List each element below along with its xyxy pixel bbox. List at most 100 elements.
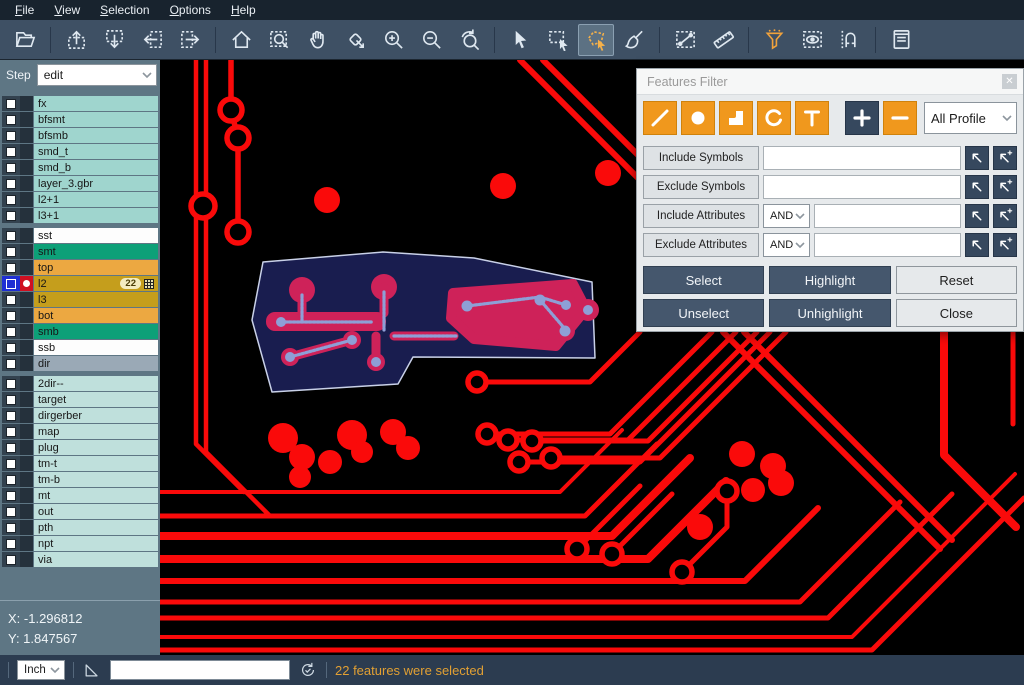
layer-row-map[interactable]: map [2, 424, 158, 439]
layer-label[interactable]: ssb [34, 340, 158, 355]
layer-row-l3[interactable]: l3 [2, 292, 158, 307]
select-pointer-button[interactable] [502, 24, 538, 56]
layer-visibility-checkbox[interactable] [2, 456, 20, 471]
layer-visibility-checkbox[interactable] [2, 128, 20, 143]
layer-row-bfsmb[interactable]: bfsmb [2, 128, 158, 143]
layer-label[interactable]: dirgerber [34, 408, 158, 423]
refresh-check-icon[interactable] [298, 660, 318, 680]
menu-view[interactable]: View [45, 1, 89, 19]
step-select[interactable]: edit [37, 64, 157, 86]
layer-visibility-checkbox[interactable] [2, 208, 20, 223]
pick-add-from-canvas-button[interactable] [993, 146, 1017, 170]
layer-label[interactable]: bot [34, 308, 158, 323]
ruler-button[interactable] [705, 24, 741, 56]
zoom-object-button[interactable] [337, 24, 373, 56]
layer-label[interactable]: npt [34, 536, 158, 551]
layer-active-indicator[interactable] [20, 340, 33, 355]
close-icon[interactable]: ✕ [1002, 74, 1017, 89]
line-filter-button[interactable] [643, 101, 677, 135]
layer-active-indicator[interactable] [20, 424, 33, 439]
layer-row-l2+1[interactable]: l2+1 [2, 192, 158, 207]
layer-label[interactable]: bfsmb [34, 128, 158, 143]
layer-label[interactable]: dir [34, 356, 158, 371]
layer-row-smd_t[interactable]: smd_t [2, 144, 158, 159]
layer-row-l3+1[interactable]: l3+1 [2, 208, 158, 223]
pan-left-button[interactable] [134, 24, 170, 56]
features-filter-button[interactable] [756, 24, 792, 56]
profile-select[interactable]: All Profile [924, 102, 1017, 134]
layer-label[interactable]: sst [34, 228, 158, 243]
unit-select[interactable]: Inch [17, 660, 65, 680]
reset-button[interactable]: Reset [896, 266, 1017, 294]
layer-visibility-checkbox[interactable] [2, 552, 20, 567]
view-options-button[interactable] [794, 24, 830, 56]
layer-label[interactable]: map [34, 424, 158, 439]
layer-label[interactable]: plug [34, 440, 158, 455]
layer-row-npt[interactable]: npt [2, 536, 158, 551]
unhighlight-button[interactable]: Unhighlight [769, 299, 890, 327]
pick-from-canvas-button[interactable] [965, 175, 989, 199]
exclude-attributes-input[interactable] [814, 233, 961, 257]
layer-row-tm-b[interactable]: tm-b [2, 472, 158, 487]
text-filter-button[interactable] [795, 101, 829, 135]
measure-distance-button[interactable] [667, 24, 703, 56]
layer-row-dirgerber[interactable]: dirgerber [2, 408, 158, 423]
layer-active-indicator[interactable] [20, 112, 33, 127]
report-button[interactable] [883, 24, 919, 56]
layer-visibility-checkbox[interactable] [2, 160, 20, 175]
layer-row-dir[interactable]: dir [2, 356, 158, 371]
layer-row-plug[interactable]: plug [2, 440, 158, 455]
selection-region[interactable] [252, 252, 599, 392]
layer-row-ssb[interactable]: ssb [2, 340, 158, 355]
layer-row-smt[interactable]: smt [2, 244, 158, 259]
layer-active-indicator[interactable] [20, 504, 33, 519]
layer-label[interactable]: smt [34, 244, 158, 259]
layer-label[interactable]: l3+1 [34, 208, 158, 223]
pan-hand-button[interactable] [299, 24, 335, 56]
include-symbols-button[interactable]: Include Symbols [643, 146, 759, 170]
layer-visibility-checkbox[interactable] [2, 308, 20, 323]
layer-active-indicator[interactable] [20, 228, 33, 243]
layer-active-indicator[interactable] [20, 520, 33, 535]
zoom-in-button[interactable] [375, 24, 411, 56]
layer-label[interactable]: bfsmt [34, 112, 158, 127]
pick-from-canvas-button[interactable] [965, 233, 989, 257]
layer-active-indicator[interactable] [20, 260, 33, 275]
include-symbols-input[interactable] [763, 146, 961, 170]
layer-visibility-checkbox[interactable] [2, 144, 20, 159]
layer-active-indicator[interactable] [20, 392, 33, 407]
layer-active-indicator[interactable] [20, 144, 33, 159]
layer-active-indicator[interactable] [20, 536, 33, 551]
arc-filter-button[interactable] [757, 101, 791, 135]
layer-label[interactable]: top [34, 260, 158, 275]
layer-label[interactable]: pth [34, 520, 158, 535]
layer-row-via[interactable]: via [2, 552, 158, 567]
layer-visibility-checkbox[interactable] [2, 192, 20, 207]
menu-selection[interactable]: Selection [91, 1, 158, 19]
layer-visibility-checkbox[interactable] [2, 536, 20, 551]
layer-label[interactable]: tm-t [34, 456, 158, 471]
layer-label[interactable]: l2+1 [34, 192, 158, 207]
unselect-button[interactable]: Unselect [643, 299, 764, 327]
layer-row-smd_b[interactable]: smd_b [2, 160, 158, 175]
layer-label[interactable]: l3 [34, 292, 158, 307]
layer-row-pth[interactable]: pth [2, 520, 158, 535]
layer-visibility-checkbox[interactable] [2, 392, 20, 407]
set-square-icon[interactable] [82, 660, 102, 680]
surface-filter-button[interactable] [719, 101, 753, 135]
pick-from-canvas-button[interactable] [965, 146, 989, 170]
pan-up-button[interactable] [58, 24, 94, 56]
layer-label[interactable]: fx [34, 96, 158, 111]
layer-visibility-checkbox[interactable] [2, 488, 20, 503]
open-button[interactable] [7, 24, 43, 56]
layer-visibility-checkbox[interactable] [2, 96, 20, 111]
layer-row-out[interactable]: out [2, 504, 158, 519]
layer-active-indicator[interactable] [20, 176, 33, 191]
include-attributes-button[interactable]: Include Attributes [643, 204, 759, 228]
layer-visibility-checkbox[interactable] [2, 520, 20, 535]
layer-visibility-checkbox[interactable] [2, 504, 20, 519]
layer-label[interactable]: smb [34, 324, 158, 339]
dialog-title-bar[interactable]: Features Filter ✕ [637, 69, 1023, 95]
layer-active-indicator[interactable] [20, 552, 33, 567]
layer-label[interactable]: l222 [34, 276, 158, 291]
